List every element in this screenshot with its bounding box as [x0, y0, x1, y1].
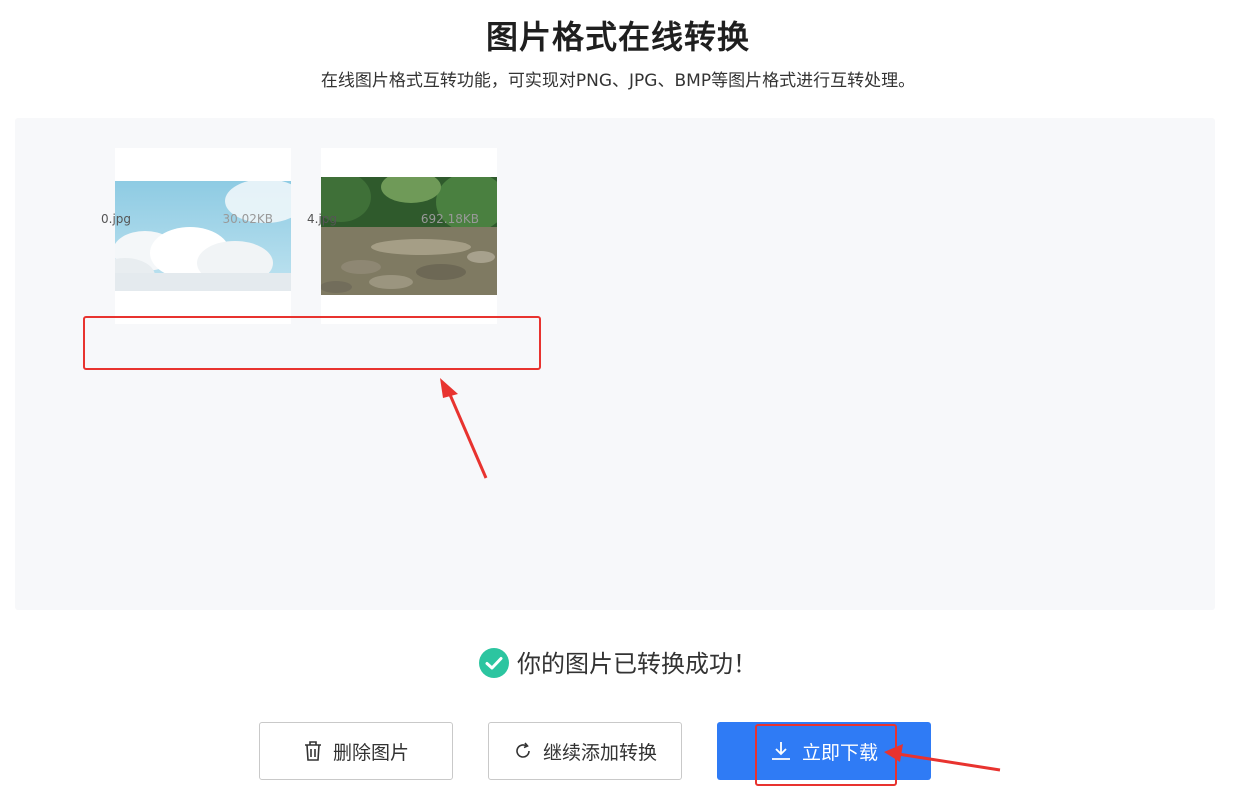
refresh-icon	[513, 741, 533, 761]
file-info: 0.jpg 30.02KB	[101, 212, 277, 230]
file-name: 4.jpg	[307, 212, 338, 226]
file-size: 30.02KB	[222, 212, 273, 226]
file-info-highlight	[83, 316, 541, 370]
delete-images-button[interactable]: 删除图片	[259, 722, 453, 780]
delete-images-label: 删除图片	[332, 741, 409, 764]
success-text: 你的图片已转换成功！	[517, 650, 757, 678]
continue-adding-label: 继续添加转换	[542, 741, 657, 764]
page: 图片格式在线转换 在线图片格式互转功能，可实现对PNG、JPG、BMP等图片格式…	[0, 0, 1236, 794]
file-size: 692.18KB	[420, 212, 479, 226]
image-card[interactable]	[115, 148, 291, 324]
file-name: 0.jpg	[101, 212, 132, 226]
image-thumbnail-sky	[115, 181, 291, 291]
image-thumbnail-river	[321, 177, 497, 295]
check-circle-icon	[479, 648, 509, 678]
success-message: 你的图片已转换成功！	[0, 644, 1236, 679]
image-card[interactable]	[321, 148, 497, 324]
page-subtitle: 在线图片格式互转功能，可实现对PNG、JPG、BMP等图片格式进行互转处理。	[320, 71, 916, 91]
download-highlight	[755, 724, 897, 786]
file-info: 4.jpg 692.18KB	[307, 212, 483, 230]
continue-adding-button[interactable]: 继续添加转换	[488, 722, 682, 780]
trash-icon	[303, 740, 323, 762]
page-title: 图片格式在线转换	[485, 18, 750, 56]
